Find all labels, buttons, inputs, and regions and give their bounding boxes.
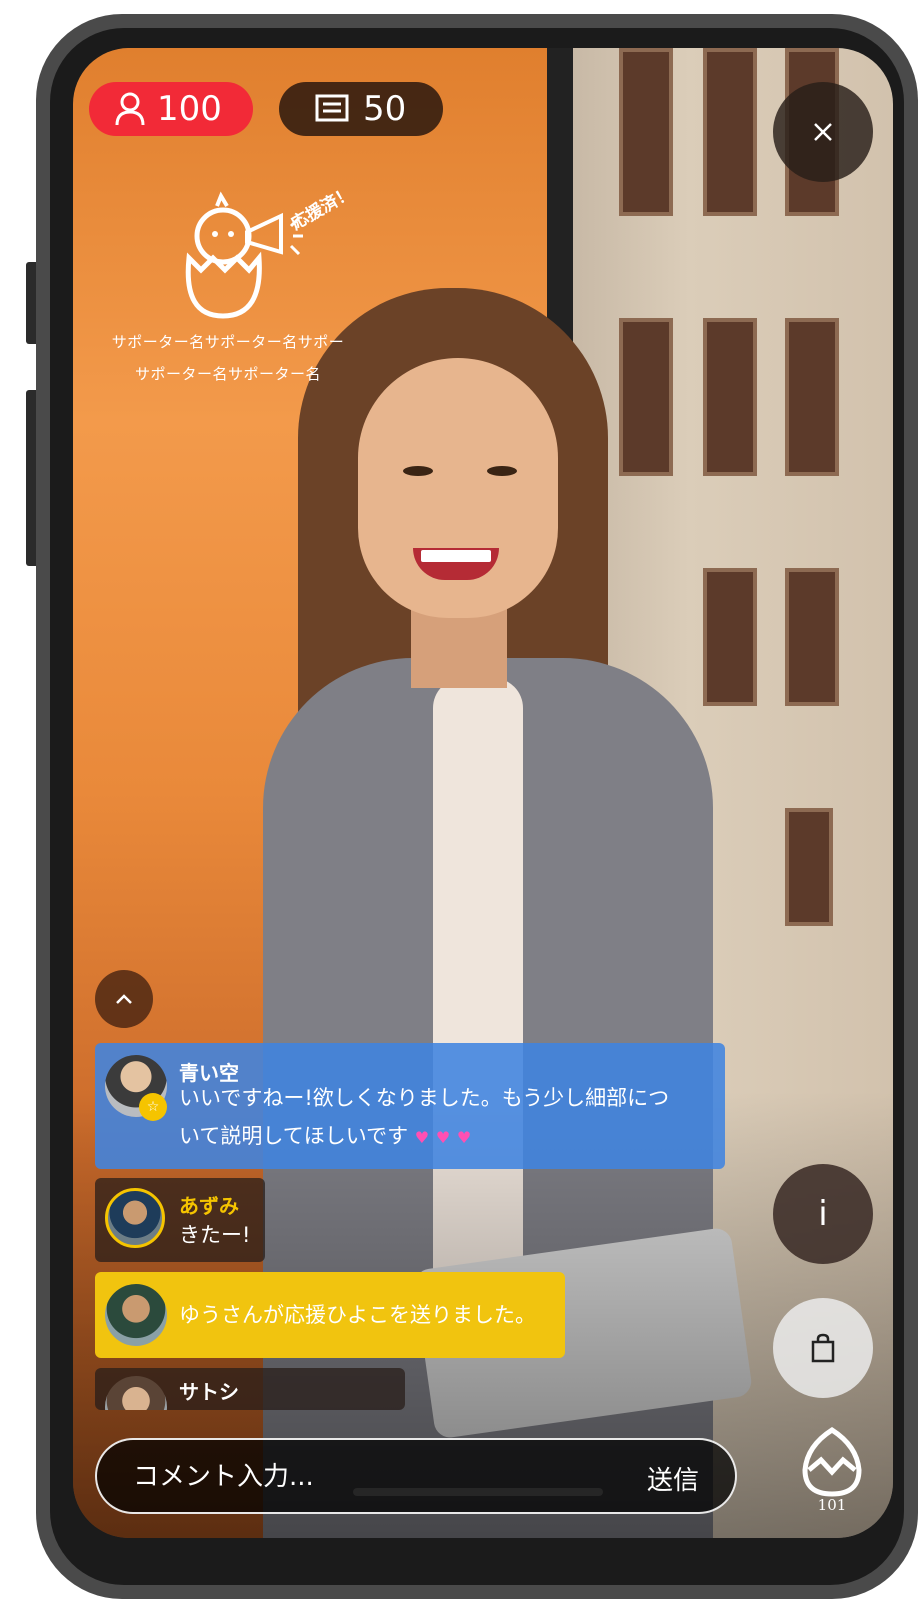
avatar: [105, 1376, 167, 1410]
shopping-bag-icon: [811, 1333, 835, 1363]
shop-button[interactable]: [773, 1298, 873, 1398]
viewer-count: 100: [157, 89, 222, 129]
chat-username: サトシ: [179, 1380, 239, 1404]
comment-list-icon: [315, 94, 349, 122]
chat-system-message: ゆうさんが応援ひよこを送りました。: [95, 1272, 565, 1358]
comment-composer: 送信: [95, 1438, 737, 1514]
chat-message: サトシ: [95, 1368, 405, 1410]
supporter-star-badge: ☆: [139, 1093, 167, 1121]
chat-text: ゆうさんが応援ひよこを送りました。: [179, 1303, 536, 1327]
chat-message: あずみ きたー!: [95, 1178, 265, 1262]
expand-chat-button[interactable]: [95, 970, 153, 1028]
send-button[interactable]: 送信: [647, 1460, 699, 1497]
info-button[interactable]: i: [773, 1164, 873, 1264]
avatar: [105, 1188, 165, 1248]
comment-count-badge: 50: [279, 82, 443, 136]
viewer-count-badge: 100: [89, 82, 253, 136]
chat-username: あずみ: [179, 1194, 239, 1218]
chat-text-line1: いいですねー!欲しくなりました。もう少し細部につ: [179, 1086, 670, 1110]
supporter-names-line2: サポーター名サポーター名: [134, 365, 321, 383]
egg-icon: [802, 1427, 862, 1497]
chat-text-line2: いて説明してほしいです: [179, 1124, 409, 1148]
chat-text: いいですねー!欲しくなりました。もう少し細部につ いて説明してほしいです ♥ ♥…: [179, 1079, 669, 1157]
comment-count: 50: [363, 89, 407, 129]
supporter-chick: 応援済！: [159, 166, 399, 326]
supporter-names: サポーター名サポーター名サポー サポーター名サポーター名: [73, 326, 383, 390]
heart-icon: ♥: [414, 1128, 430, 1147]
close-button[interactable]: [773, 82, 873, 182]
info-icon: i: [818, 1194, 828, 1234]
chat-text-line2-wrap: いて説明してほしいです ♥ ♥ ♥: [179, 1117, 669, 1157]
chick-megaphone-icon: [185, 191, 303, 319]
home-indicator: [353, 1488, 603, 1496]
egg-gift-button[interactable]: 101: [797, 1426, 867, 1518]
heart-icon: ♥: [456, 1128, 472, 1147]
person-icon: [115, 92, 145, 126]
chevron-up-icon: [116, 994, 132, 1004]
avatar: [105, 1284, 167, 1346]
chat-message: ☆ 青い空 いいですねー!欲しくなりました。もう少し細部につ いて説明してほしい…: [95, 1043, 725, 1169]
close-icon: [814, 123, 832, 141]
chat-text: きたー!: [179, 1223, 251, 1247]
egg-count: 101: [817, 1496, 847, 1514]
heart-icon: ♥: [435, 1128, 451, 1147]
live-stream-screen: 100 50 応援済！ サポーター名サポーター名サポー サポーター名サポーター名…: [73, 48, 893, 1538]
supporter-names-line1: サポーター名サポーター名サポー: [111, 333, 345, 351]
